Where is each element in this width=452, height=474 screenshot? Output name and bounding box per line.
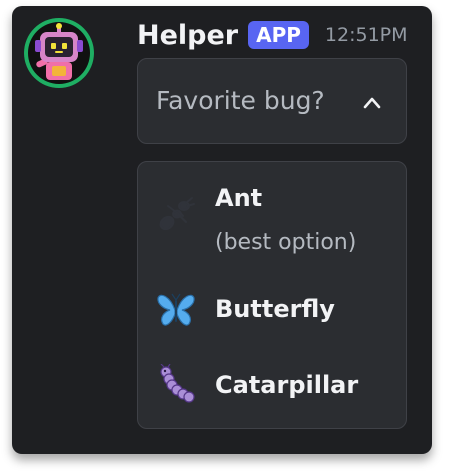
option-ant[interactable]: Ant (best option) <box>138 162 406 262</box>
option-caterpillar[interactable]: Catarpillar <box>138 356 406 416</box>
avatar-status-ring <box>24 18 94 88</box>
select-options-list: Ant (best option) Butterfly Catarpillar <box>137 161 407 429</box>
ant-icon <box>159 197 195 231</box>
option-label: Catarpillar <box>215 371 359 399</box>
option-label: Butterfly <box>215 295 335 323</box>
message-header: Helper APP 12:51PM <box>137 14 408 56</box>
chevron-up-icon <box>363 97 381 109</box>
option-description: (best option) <box>215 230 357 255</box>
select-placeholder: Favorite bug? <box>156 86 325 115</box>
caterpillar-icon <box>160 364 195 403</box>
message-card: Helper APP 12:51PM Favorite bug? Ant (be… <box>12 6 432 454</box>
option-butterfly[interactable]: Butterfly <box>138 280 406 340</box>
message-timestamp: 12:51PM <box>324 24 408 46</box>
app-badge: APP <box>248 21 309 49</box>
select-menu[interactable]: Favorite bug? <box>137 58 407 144</box>
option-label: Ant <box>215 184 263 212</box>
butterfly-icon <box>157 293 195 326</box>
author-name[interactable]: Helper <box>137 20 238 51</box>
